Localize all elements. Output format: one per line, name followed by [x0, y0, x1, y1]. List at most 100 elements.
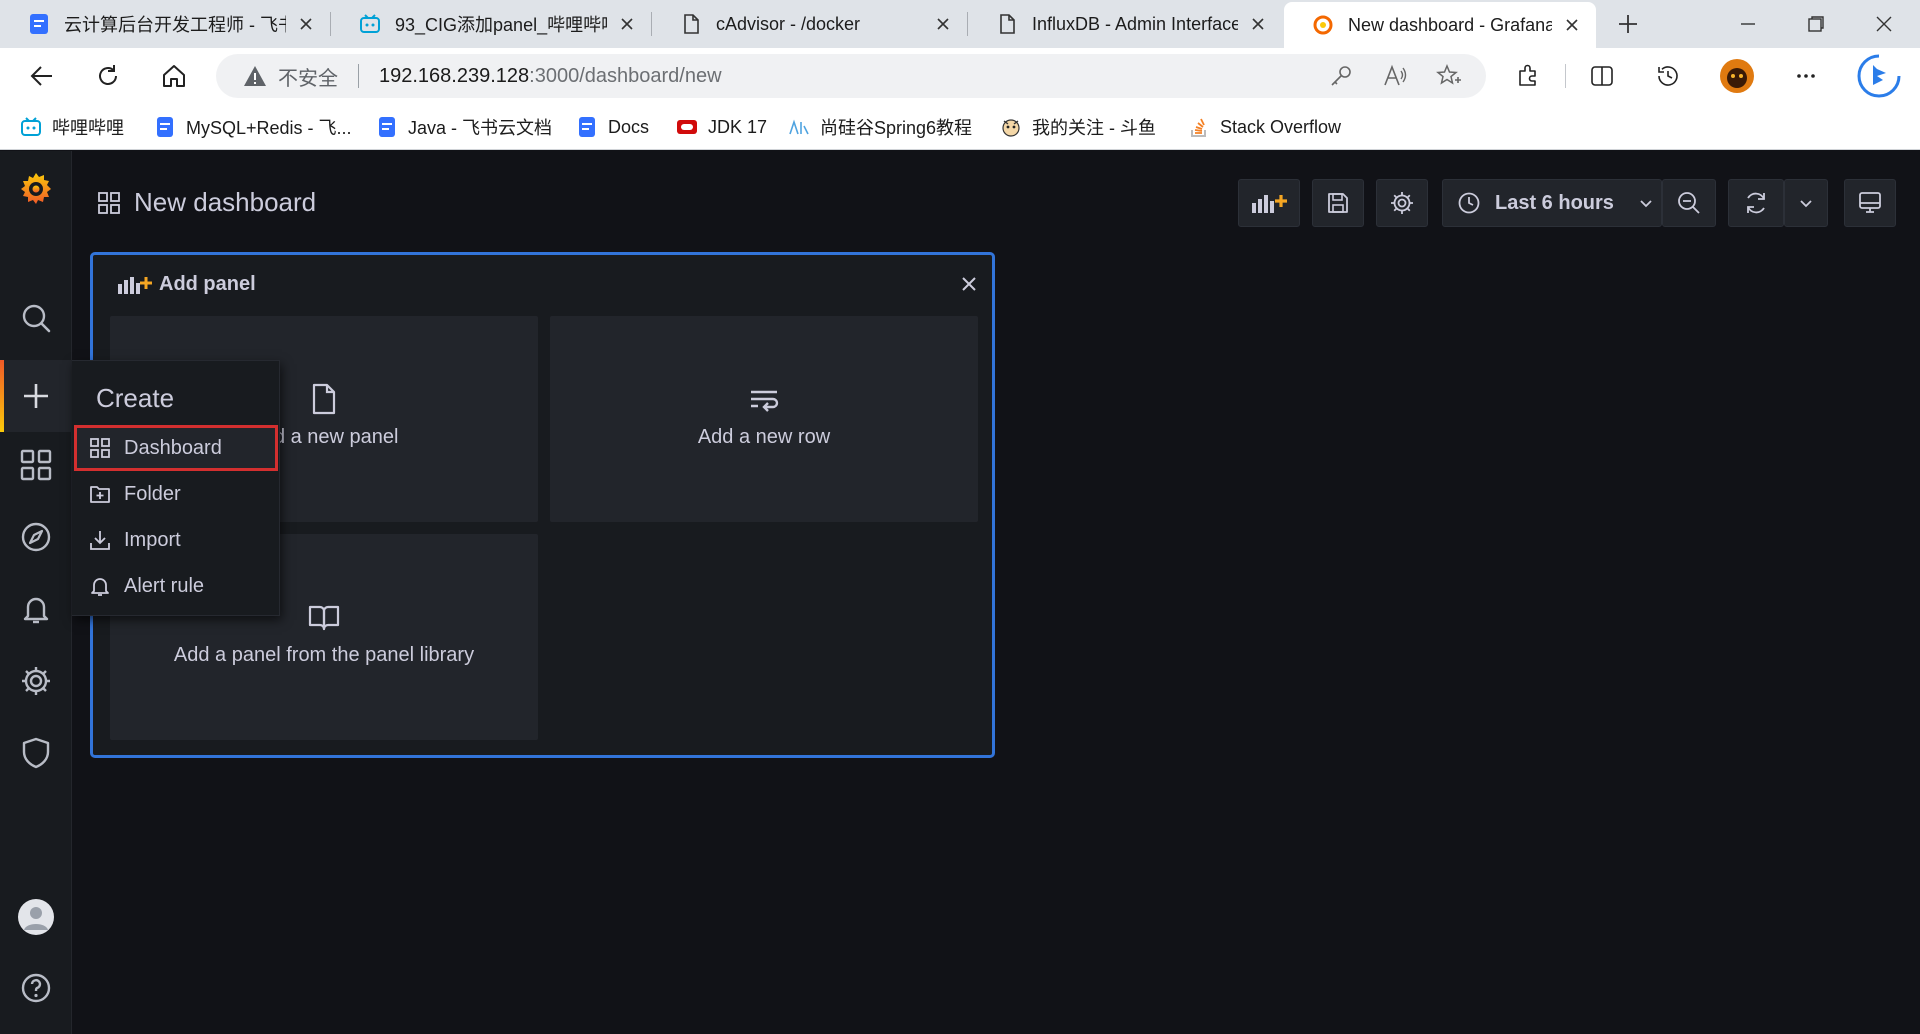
dashboard-settings-button[interactable] [1376, 179, 1428, 227]
browser-address-bar: 不安全 192.168.239.128:3000/dashboard/new [0, 48, 1920, 104]
add-panel-button[interactable] [1238, 179, 1300, 227]
dashboards-nav-item[interactable] [16, 445, 56, 485]
close-icon[interactable] [1248, 14, 1268, 34]
favorite-add-icon[interactable] [1436, 63, 1462, 89]
add-panel-close-button[interactable] [956, 271, 982, 297]
bing-button[interactable] [1856, 53, 1902, 99]
time-range-picker[interactable]: Last 6 hours [1442, 179, 1662, 227]
grafana-icon [21, 173, 51, 204]
add-panel-icon [1252, 195, 1287, 213]
tab-influxdb[interactable]: InfluxDB - Admin Interface [968, 0, 1282, 48]
create-import-item[interactable]: Import [74, 517, 278, 563]
tab-bilibili[interactable]: 93_CIG添加panel_哔哩哔哩_bilibili [331, 0, 651, 48]
bell-icon [91, 578, 109, 596]
minimize-button[interactable] [1718, 0, 1778, 48]
sync-icon [1747, 192, 1765, 214]
help-nav-item[interactable] [16, 968, 56, 1008]
dashboard-title[interactable]: New dashboard [134, 187, 316, 218]
bookmark-item[interactable]: 我的关注 - 斗鱼 [1000, 104, 1156, 150]
page-icon [684, 14, 699, 34]
add-new-row-card[interactable]: Add a new row [550, 316, 978, 522]
bookmark-item[interactable]: Stack Overflow [1188, 104, 1341, 150]
bookmarks-bar: 哔哩哔哩 MySQL+Redis - 飞... Java - 飞书云文档 Doc… [0, 104, 1920, 150]
new-tab-button[interactable] [1598, 0, 1658, 48]
history-button[interactable] [1648, 56, 1688, 96]
douyu-icon [1002, 119, 1020, 137]
url-path: :3000/dashboard/new [529, 64, 722, 87]
save-dashboard-button[interactable] [1312, 179, 1364, 227]
tab-grafana[interactable]: New dashboard - Grafana [1284, 2, 1596, 48]
compass-icon [21, 522, 51, 552]
key-icon[interactable] [1328, 63, 1354, 89]
add-panel-title: Add panel [159, 273, 256, 295]
bookmark-item[interactable]: MySQL+Redis - 飞... [154, 104, 352, 150]
arrow-left-icon [30, 66, 52, 86]
bookmark-item[interactable]: JDK 17 [676, 104, 767, 150]
avatar [1720, 59, 1754, 93]
create-menu-title: Create [96, 383, 175, 413]
reload-button[interactable] [88, 56, 128, 96]
profile-nav-item[interactable] [16, 897, 56, 937]
time-range-label: Last 6 hours [1495, 191, 1614, 214]
add-new-row-label: Add a new row [697, 426, 831, 448]
split-screen-button[interactable] [1582, 56, 1622, 96]
bing-icon [1857, 54, 1901, 98]
create-dashboard-item[interactable]: Dashboard [74, 425, 278, 471]
monitor-icon [1859, 192, 1881, 213]
explore-nav-item[interactable] [16, 517, 56, 557]
create-folder-item[interactable]: Folder [74, 471, 278, 517]
read-aloud-icon[interactable] [1382, 63, 1408, 89]
create-dashboard-label: Dashboard [124, 436, 222, 459]
bookmark-item[interactable]: 哔哩哔哩 [20, 104, 124, 150]
create-alert-rule-label: Alert rule [124, 574, 205, 597]
bookmark-label: Docs [608, 116, 650, 137]
back-button[interactable] [22, 56, 62, 96]
server-admin-nav-item[interactable] [16, 733, 56, 773]
reload-icon [99, 65, 117, 85]
close-icon[interactable] [1562, 15, 1582, 35]
grafana-home-logo[interactable] [16, 169, 56, 209]
refresh-button[interactable] [1728, 179, 1784, 227]
url-field[interactable]: 不安全 192.168.239.128:3000/dashboard/new [216, 54, 1486, 98]
close-icon[interactable] [933, 14, 953, 34]
page-title: New dashboard [98, 187, 316, 218]
tab-feishu[interactable]: 云计算后台开发工程师 - 飞书 [0, 0, 330, 48]
profile-button[interactable] [1717, 56, 1757, 96]
question-circle-icon [21, 973, 51, 1003]
view-mode-button[interactable] [1844, 179, 1896, 227]
bookmark-label: Stack Overflow [1220, 116, 1342, 137]
zoom-out-button[interactable] [1662, 179, 1716, 227]
side-menu [0, 151, 72, 1034]
active-indicator [0, 360, 4, 432]
alerting-nav-item[interactable] [16, 589, 56, 629]
close-icon[interactable] [617, 14, 637, 34]
history-icon [1658, 66, 1678, 86]
tab-cadvisor[interactable]: cAdvisor - /docker [652, 0, 967, 48]
close-window-button[interactable] [1854, 0, 1914, 48]
configuration-nav-item[interactable] [16, 661, 56, 701]
restore-button[interactable] [1786, 0, 1846, 48]
more-button[interactable] [1786, 56, 1826, 96]
create-folder-label: Folder [124, 482, 181, 505]
bell-icon [23, 597, 49, 624]
bookmark-item[interactable]: Docs [576, 104, 649, 150]
save-icon [1328, 193, 1348, 213]
bookmark-item[interactable]: 尚硅谷Spring6教程 [788, 104, 972, 150]
doc-icon [579, 117, 595, 137]
home-icon [163, 65, 185, 87]
chevron-down-icon [1640, 200, 1652, 208]
refresh-interval-picker[interactable] [1784, 179, 1828, 227]
bookmark-item[interactable]: Java - 飞书云文档 [376, 104, 552, 150]
home-button[interactable] [154, 56, 194, 96]
create-import-label: Import [124, 528, 181, 551]
create-nav-icon-wrap[interactable] [16, 376, 56, 416]
file-blank-icon [312, 383, 336, 415]
extensions-button[interactable] [1508, 56, 1548, 96]
page-icon [1000, 14, 1015, 34]
search-nav-item[interactable] [16, 298, 56, 338]
clock-icon [1458, 192, 1480, 214]
close-icon[interactable] [296, 14, 316, 34]
bilibili-icon [21, 117, 41, 136]
warning-icon[interactable] [242, 63, 268, 89]
create-alert-rule-item[interactable]: Alert rule [74, 563, 278, 609]
